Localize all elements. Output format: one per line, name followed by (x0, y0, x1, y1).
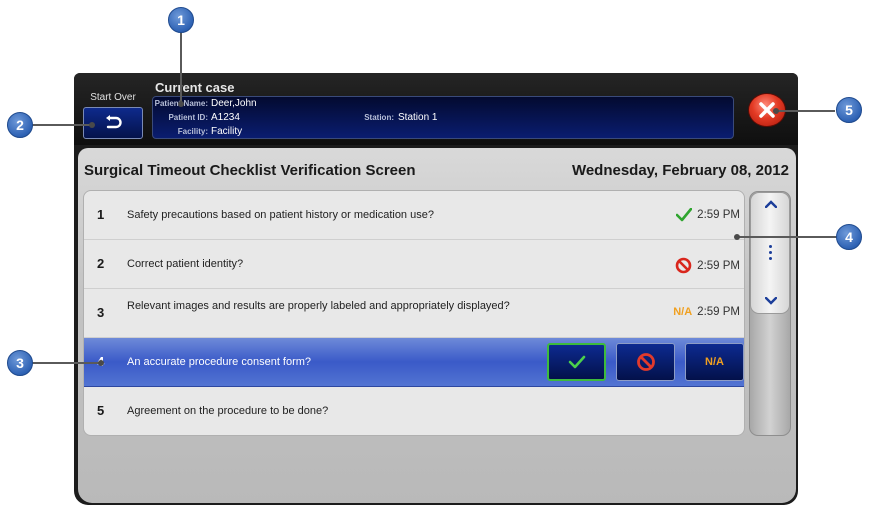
checklist-row-1[interactable]: 1 Safety precautions based on patient hi… (84, 191, 744, 240)
row-number: 1 (97, 207, 105, 222)
scrollbar-thumb[interactable] (750, 192, 790, 314)
callout-1: 1 (168, 7, 194, 33)
not-applicable-button[interactable]: N/A (685, 343, 744, 381)
row-status: N/A 2:59 PM (673, 306, 740, 318)
callout-1-anchor (178, 101, 184, 107)
screen-date: Wednesday, February 08, 2012 (571, 162, 789, 179)
checklist-row-2[interactable]: 2 Correct patient identity? 2:59 PM (84, 240, 744, 289)
row-time: 2:59 PM (697, 209, 740, 221)
scroll-up-icon[interactable] (765, 200, 777, 208)
checklist-row-3[interactable]: 3 Relevant images and results are proper… (84, 289, 744, 338)
not-applicable-label: N/A (705, 356, 724, 368)
callout-3-leader (32, 362, 102, 364)
current-case-title: Current case (155, 80, 235, 95)
patient-name-value: Deer,John (211, 98, 257, 109)
callout-4-leader (737, 236, 837, 238)
confirm-button[interactable] (547, 343, 606, 381)
row-question: Agreement on the procedure to be done? (127, 405, 329, 417)
facility-value: Facility (211, 126, 243, 137)
patient-id-value: A1234 (211, 112, 240, 123)
callout-5-leader (775, 110, 835, 112)
row-time: 2:59 PM (697, 259, 740, 272)
callout-2: 2 (7, 112, 33, 138)
checklist-row-5[interactable]: 5 Agreement on the procedure to be done? (84, 387, 744, 435)
row-question: Relevant images and results are properly… (127, 300, 510, 312)
row-question: Correct patient identity? (127, 258, 244, 270)
callout-2-anchor (89, 122, 95, 128)
check-icon (676, 208, 693, 222)
callout-1-leader (180, 31, 182, 104)
callout-5-anchor (773, 108, 779, 114)
screen-title: Surgical Timeout Checklist Verification … (84, 162, 416, 179)
patient-id-label: Patient ID: (168, 113, 208, 122)
row-time: 2:59 PM (697, 306, 740, 318)
row-question: Safety precautions based on patient hist… (127, 209, 434, 221)
row-number: 5 (97, 403, 105, 418)
na-badge: N/A (673, 306, 693, 318)
row-number: 3 (97, 305, 105, 320)
undo-arrow-icon (106, 115, 122, 129)
scroll-grip-icon (769, 245, 773, 263)
scroll-down-icon[interactable] (765, 297, 777, 305)
station-label: Station: (364, 113, 394, 122)
callout-3-anchor (98, 360, 104, 366)
checklist-list: 1 Safety precautions based on patient hi… (83, 190, 745, 436)
row-number: 2 (97, 256, 105, 271)
callout-2-leader (32, 124, 92, 126)
facility-label: Facility: (177, 127, 208, 136)
callout-5: 5 (836, 97, 862, 123)
row-status: 2:59 PM (675, 257, 740, 274)
callout-3: 3 (7, 350, 33, 376)
check-icon (568, 355, 585, 369)
checklist-row-4-selected[interactable]: 4 An accurate procedure consent form? N/… (84, 338, 744, 387)
reject-button[interactable] (616, 343, 675, 381)
row-question: An accurate procedure consent form? (127, 356, 312, 368)
row-status: 2:59 PM (676, 208, 740, 222)
prohibited-icon (636, 353, 655, 371)
callout-4-anchor (734, 234, 740, 240)
prohibited-icon (675, 257, 692, 274)
patient-name-label: Patient Name: (154, 99, 208, 108)
callout-4: 4 (836, 224, 862, 250)
station-value: Station 1 (398, 112, 438, 123)
